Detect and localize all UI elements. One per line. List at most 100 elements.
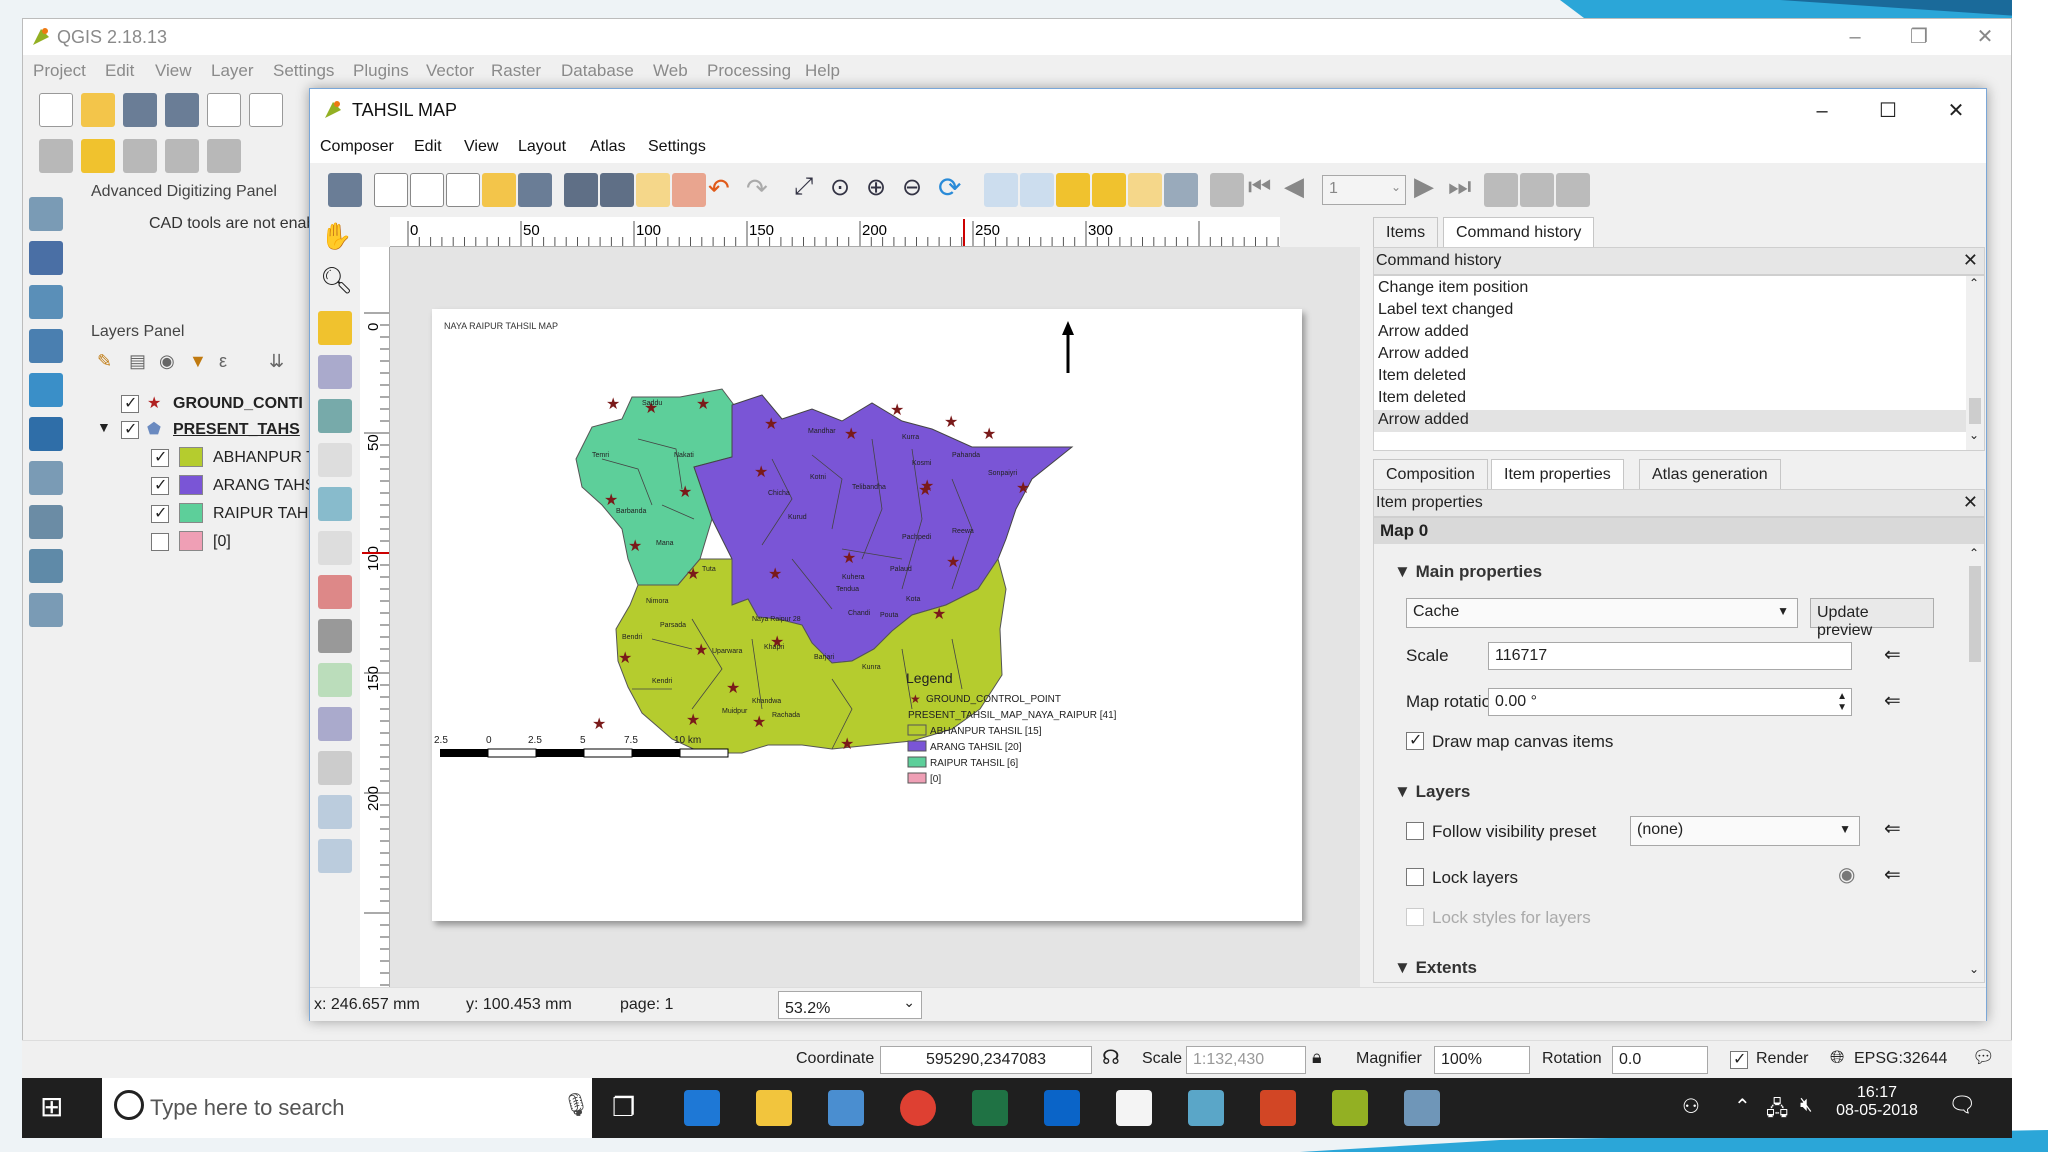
add-arrow-icon[interactable] xyxy=(318,751,352,785)
menu-edit[interactable]: Edit xyxy=(414,138,442,156)
crs-label[interactable]: EPSG:32644 xyxy=(1854,1050,1947,1068)
history-item[interactable]: Item deleted xyxy=(1374,388,1966,410)
add-label-icon[interactable] xyxy=(318,531,352,565)
print-icon[interactable] xyxy=(564,173,598,207)
class-row-zero[interactable]: [0] xyxy=(89,531,321,557)
new-composer-icon[interactable] xyxy=(207,93,241,127)
tab-items[interactable]: Items xyxy=(1373,217,1439,247)
visibility-preset-icon[interactable]: ◉ xyxy=(1838,862,1855,887)
move-feature-icon[interactable] xyxy=(207,139,241,173)
tray-chevron-icon[interactable]: ⌃ xyxy=(1734,1094,1751,1119)
add-legend-icon[interactable] xyxy=(318,575,352,609)
close-icon[interactable]: ✕ xyxy=(1963,492,1978,513)
add-table-icon[interactable] xyxy=(318,795,352,829)
qgis-composer-taskbar-icon[interactable] xyxy=(1404,1090,1440,1126)
class-row-abhanpur[interactable]: ABHANPUR T. xyxy=(89,447,321,473)
class-checkbox[interactable] xyxy=(151,447,169,467)
load-template-icon[interactable] xyxy=(482,173,516,207)
windows-start-icon[interactable]: ⊞ xyxy=(40,1090,63,1123)
add-postgis-icon[interactable] xyxy=(29,285,63,319)
digitize-icon[interactable] xyxy=(39,139,73,173)
select-move-icon[interactable] xyxy=(318,311,352,345)
composer-canvas[interactable]: NAYA RAIPUR TAHSIL MAP ★ ★ ★ ★ ★ ★ ★ ★ ★… xyxy=(390,247,1360,987)
add-html-icon[interactable] xyxy=(318,839,352,873)
add-shape-icon[interactable] xyxy=(318,663,352,697)
save-icon[interactable] xyxy=(328,173,362,207)
layer-checkbox[interactable] xyxy=(121,393,139,413)
add-polygon-icon[interactable] xyxy=(318,707,352,741)
next-feature-icon[interactable]: ▶ xyxy=(1414,171,1434,202)
composer-manager-icon[interactable] xyxy=(249,93,283,127)
tab-item-properties[interactable]: Item properties xyxy=(1491,459,1624,489)
open-project-icon[interactable] xyxy=(81,93,115,127)
preset-select[interactable]: (none) ▼ xyxy=(1630,816,1860,846)
new-project-icon[interactable] xyxy=(39,93,73,127)
lock-scale-icon[interactable]: 🔒︎ xyxy=(1312,1047,1322,1068)
undo-icon[interactable]: ↶ xyxy=(708,173,730,204)
add-spatialite-icon[interactable] xyxy=(29,329,63,363)
menu-view[interactable]: View xyxy=(464,138,498,156)
outlook-icon[interactable] xyxy=(1044,1090,1080,1126)
tab-command-history[interactable]: Command history xyxy=(1443,217,1595,247)
file-explorer-icon[interactable] xyxy=(756,1090,792,1126)
data-defined-icon[interactable]: ⇐ xyxy=(1884,862,1901,887)
close-button[interactable]: ✕ xyxy=(1963,23,2007,51)
align-icon[interactable] xyxy=(1164,173,1198,207)
microphone-icon[interactable]: 🎙︎ xyxy=(562,1092,590,1118)
add-map-icon[interactable] xyxy=(318,443,352,477)
minimize-button[interactable]: – xyxy=(1833,23,1877,51)
move-content-icon[interactable] xyxy=(318,355,352,389)
data-defined-icon[interactable]: ⇐ xyxy=(1884,688,1901,713)
layers-section-toggle[interactable]: ▼ Layers xyxy=(1394,782,1470,802)
zoom-out-icon[interactable]: ⊖ xyxy=(902,173,922,202)
search-app-icon[interactable] xyxy=(1188,1090,1224,1126)
qgis-taskbar-icon[interactable] xyxy=(1332,1090,1368,1126)
data-defined-icon[interactable]: ⇐ xyxy=(1884,642,1901,667)
scroll-down-icon[interactable]: ⌄ xyxy=(1969,962,1979,976)
save-edits-icon[interactable] xyxy=(123,139,157,173)
extents-toggle-icon[interactable]: ☊ xyxy=(1102,1045,1120,1070)
save-template-icon[interactable] xyxy=(518,173,552,207)
notifications-icon[interactable]: 🗨︎ xyxy=(1948,1092,1976,1118)
spinner-arrows-icon[interactable]: ▲ ▼ xyxy=(1837,691,1847,713)
extents-section-toggle[interactable]: ▼ Extents xyxy=(1394,958,1477,978)
edge-icon[interactable] xyxy=(684,1090,720,1126)
taskbar-search-box[interactable]: Type here to search 🎙︎ xyxy=(102,1078,592,1138)
mail-icon[interactable] xyxy=(1116,1090,1152,1126)
menu-view[interactable]: View xyxy=(155,61,192,81)
store-icon[interactable] xyxy=(828,1090,864,1126)
zoom-combobox[interactable]: 53.2% ⌄ xyxy=(778,991,922,1019)
zoom-in-icon[interactable]: ⊕ xyxy=(866,173,886,202)
raise-icon[interactable] xyxy=(1128,173,1162,207)
data-defined-icon[interactable]: ⇐ xyxy=(1884,816,1901,841)
edit-nodes-icon[interactable] xyxy=(318,399,352,433)
menu-settings[interactable]: Settings xyxy=(273,61,334,81)
composer-close-button[interactable]: ✕ xyxy=(1934,97,1978,125)
add-vector-icon[interactable] xyxy=(29,197,63,231)
export-pdf-icon[interactable] xyxy=(672,173,706,207)
excel-icon[interactable] xyxy=(972,1090,1008,1126)
menu-composer[interactable]: Composer xyxy=(320,138,394,156)
scale-input[interactable]: 116717 xyxy=(1488,642,1852,670)
follow-preset-checkbox[interactable] xyxy=(1406,822,1424,840)
restore-button[interactable]: ❐ xyxy=(1897,23,1941,51)
visibility-icon[interactable]: ◉ xyxy=(159,351,175,372)
composer-maximize-button[interactable]: ☐ xyxy=(1866,97,1910,125)
menu-vector[interactable]: Vector xyxy=(426,61,474,81)
layer-row-tahsil[interactable]: ▼ ⬟ PRESENT_TAHS xyxy=(89,419,321,445)
network-icon[interactable]: 🖧︎ xyxy=(1766,1094,1788,1128)
class-row-raipur[interactable]: RAIPUR TAHS xyxy=(89,503,321,529)
scroll-down-icon[interactable]: ⌄ xyxy=(1969,428,1979,442)
people-icon[interactable]: ⚇ xyxy=(1682,1094,1700,1119)
magnifier-spinbox[interactable]: 100% xyxy=(1434,1046,1530,1074)
history-item[interactable]: Arrow added xyxy=(1374,322,1966,344)
scale-combobox[interactable]: 1:132,430 xyxy=(1186,1046,1306,1074)
refresh-icon[interactable]: ⟳ xyxy=(938,171,961,204)
composer-manager-icon[interactable] xyxy=(446,173,480,207)
map-item[interactable]: ★ ★ ★ ★ ★ ★ ★ ★ ★ ★ ★ ★ ★ ★ ★ ★ ★ ★ ★ ★ … xyxy=(432,309,1302,921)
menu-layout[interactable]: Layout xyxy=(518,138,566,156)
tab-composition[interactable]: Composition xyxy=(1373,459,1488,489)
save-project-icon[interactable] xyxy=(123,93,157,127)
menu-atlas[interactable]: Atlas xyxy=(590,138,626,156)
menu-processing[interactable]: Processing xyxy=(707,61,791,81)
